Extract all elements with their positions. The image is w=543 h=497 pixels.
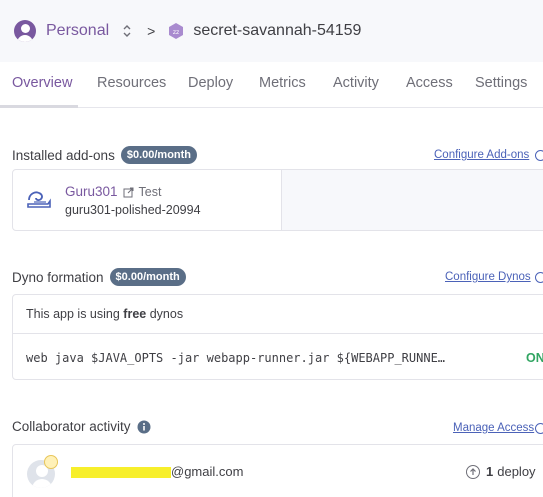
addon-name[interactable]: Guru301 bbox=[65, 184, 118, 199]
dyno-status: ON bbox=[526, 351, 543, 365]
dyno-command: web java $JAVA_OPTS -jar webapp-runner.j… bbox=[26, 351, 446, 365]
dyno-info-text: This app is using free dynos bbox=[26, 307, 183, 321]
collaborators-section-title: Collaborator activity bbox=[12, 419, 151, 434]
team-switcher-label[interactable]: Personal bbox=[46, 22, 109, 40]
info-icon[interactable] bbox=[137, 420, 151, 434]
app-icon: zz bbox=[167, 22, 185, 40]
collaborators-title: Collaborator activity bbox=[12, 419, 131, 434]
dynos-section-title: Dyno formation $0.00/month bbox=[12, 268, 186, 286]
addon-id: guru301-polished-20994 bbox=[65, 203, 201, 217]
arrow-right-circle-icon[interactable] bbox=[535, 150, 543, 161]
dyno-card: This app is using free dynos web java $J… bbox=[12, 294, 543, 380]
addon-plan: Test bbox=[138, 184, 162, 199]
configure-addons-link[interactable]: Configure Add-ons bbox=[434, 149, 529, 161]
addon-card: Guru301 Test guru301-polished-20994 bbox=[12, 169, 543, 231]
tab-deploy[interactable]: Deploy bbox=[188, 75, 233, 91]
dyno-info-row: This app is using free dynos bbox=[13, 295, 543, 334]
tab-settings[interactable]: Settings bbox=[475, 75, 527, 91]
addons-title: Installed add-ons bbox=[12, 147, 115, 163]
addon-empty-slot bbox=[281, 170, 543, 230]
dyno-info-suffix: dynos bbox=[149, 307, 184, 321]
tab-activity[interactable]: Activity bbox=[333, 75, 379, 91]
arrow-right-circle-icon[interactable] bbox=[535, 423, 543, 434]
collaborator-email-domain: @gmail.com bbox=[171, 464, 244, 479]
app-name[interactable]: secret-savannah-54159 bbox=[193, 22, 361, 40]
tab-overview[interactable]: Overview bbox=[12, 75, 72, 91]
active-tab-indicator bbox=[0, 105, 78, 108]
dynos-title: Dyno formation bbox=[12, 269, 104, 285]
tab-metrics[interactable]: Metrics bbox=[259, 75, 306, 91]
addon-name-row: Guru301 Test bbox=[65, 184, 161, 199]
dynos-cost-badge: $0.00/month bbox=[109, 268, 186, 286]
user-avatar-icon[interactable] bbox=[14, 20, 36, 42]
dyno-type: free bbox=[123, 307, 147, 321]
breadcrumb: Personal > zz secret-savannah-54159 bbox=[14, 20, 361, 42]
deploy-icon bbox=[466, 464, 480, 479]
manage-access-link[interactable]: Manage Access bbox=[453, 422, 534, 434]
top-bar: Personal > zz secret-savannah-54159 bbox=[0, 0, 543, 62]
crown-icon bbox=[44, 455, 58, 469]
addons-section-title: Installed add-ons $0.00/month bbox=[12, 146, 198, 164]
deploy-label: deploy bbox=[497, 464, 536, 479]
guru301-icon bbox=[26, 188, 52, 210]
addon-item[interactable]: Guru301 Test guru301-polished-20994 bbox=[13, 170, 281, 230]
dyno-info-prefix: This app is using bbox=[26, 307, 120, 321]
svg-text:zz: zz bbox=[173, 29, 179, 36]
switch-icon[interactable] bbox=[121, 23, 133, 39]
arrow-right-circle-icon[interactable] bbox=[535, 272, 543, 283]
addons-cost-badge: $0.00/month bbox=[120, 146, 198, 164]
collaborator-card: @gmail.com 1 deploy bbox=[12, 444, 543, 497]
app-tabs: Overview Resources Deploy Metrics Activi… bbox=[0, 62, 543, 108]
configure-dynos-link[interactable]: Configure Dynos bbox=[445, 271, 531, 283]
external-link-icon[interactable] bbox=[123, 186, 134, 198]
breadcrumb-separator: > bbox=[147, 23, 156, 39]
deploy-count-badge: 1 deploy bbox=[466, 464, 536, 479]
email-redaction bbox=[71, 467, 171, 478]
deploy-count: 1 bbox=[486, 464, 494, 479]
tab-access[interactable]: Access bbox=[406, 75, 453, 91]
tab-resources[interactable]: Resources bbox=[97, 75, 166, 91]
